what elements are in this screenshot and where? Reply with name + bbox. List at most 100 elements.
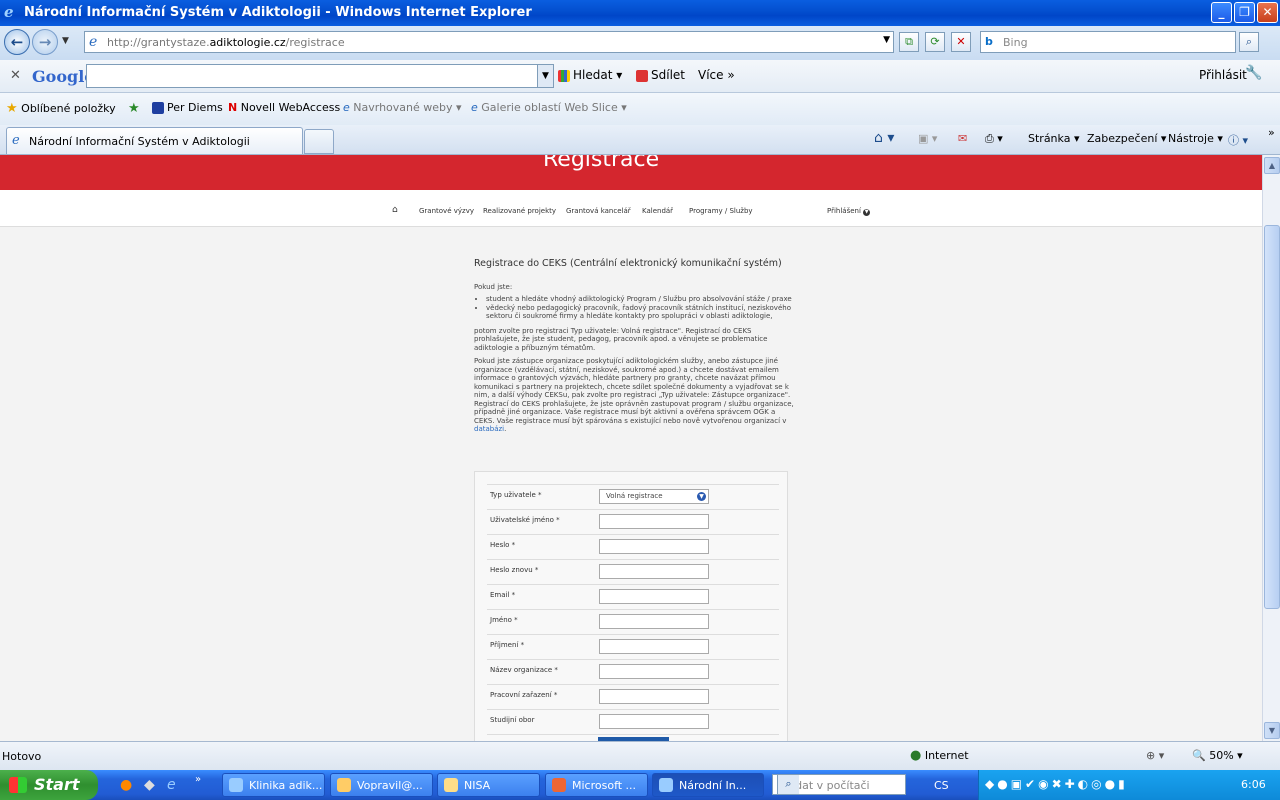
- form-row-email: Email *: [487, 584, 779, 609]
- position-input[interactable]: [599, 689, 709, 704]
- chevron-down-icon: ▼: [697, 492, 706, 501]
- user-type-select[interactable]: Volná registrace ▼: [599, 489, 709, 504]
- scroll-up-button[interactable]: ▲: [1264, 157, 1280, 174]
- add-favorite-icon[interactable]: ★: [128, 101, 140, 116]
- username-input[interactable]: [599, 514, 709, 529]
- google-login-button[interactable]: Přihlásit: [1199, 68, 1247, 82]
- google-search-input[interactable]: ▼: [86, 64, 554, 88]
- favorite-per-diems[interactable]: Per Diems: [152, 101, 223, 114]
- page-content: Registrace ⌂ Grantové výzvy Realizované …: [0, 155, 1262, 741]
- zoom-level[interactable]: 🔍 50% ▾: [1192, 749, 1243, 762]
- print-icon[interactable]: ⎙ ▾: [985, 132, 1003, 146]
- close-toolbar-icon[interactable]: ✕: [10, 68, 21, 83]
- password-input[interactable]: [599, 539, 709, 554]
- menu-item-office[interactable]: Grantová kancelář: [566, 207, 631, 215]
- first-name-label: Jméno *: [490, 616, 518, 624]
- tab-title: Národní Informační Systém v Adiktologii: [29, 135, 250, 148]
- search-box[interactable]: b Bing: [980, 31, 1236, 53]
- quicklaunch-more-icon[interactable]: »: [195, 774, 201, 785]
- ie-quicklaunch-icon[interactable]: e: [167, 777, 176, 793]
- scroll-down-button[interactable]: ▼: [1264, 722, 1280, 739]
- new-tab-button[interactable]: [304, 129, 334, 154]
- google-dropdown-icon[interactable]: ▼: [537, 65, 553, 87]
- taskbar-search-icon[interactable]: ⌕: [777, 775, 799, 794]
- favorite-novell[interactable]: N Novell WebAccess: [228, 101, 340, 114]
- novell-icon: N: [228, 101, 238, 114]
- tools-menu[interactable]: Nástroje ▾: [1168, 132, 1223, 145]
- compatibility-icon[interactable]: ⧉: [899, 32, 919, 52]
- intro-text: Pokud jste:: [474, 282, 513, 291]
- url-domain: adiktologie.cz: [209, 36, 286, 49]
- menu-item-grants[interactable]: Grantové výzvy: [419, 207, 474, 215]
- scroll-thumb[interactable]: [1264, 225, 1280, 609]
- tray-icons[interactable]: ◆●▣✔◉✖✚◐◎●▮: [985, 777, 1128, 791]
- system-tray: ◆●▣✔◉✖✚◐◎●▮ 6:06: [978, 770, 1280, 800]
- last-name-input[interactable]: [599, 639, 709, 654]
- home-menu-icon[interactable]: ⌂: [392, 205, 398, 215]
- taskbar-item-mail[interactable]: Vopravil@...: [330, 773, 433, 797]
- url-prefix: http://grantystaze.: [107, 36, 210, 49]
- favorite-suggested-sites[interactable]: e Navrhované weby ▾: [343, 101, 462, 114]
- login-menu[interactable]: Přihlášení ▼: [827, 207, 871, 216]
- rss-icon[interactable]: ▣ ▾: [918, 132, 937, 145]
- security-menu[interactable]: Zabezpečení ▾: [1087, 132, 1166, 145]
- tab-current[interactable]: e Národní Informační Systém v Adiktologi…: [6, 127, 303, 154]
- refresh-icon[interactable]: ⟳: [925, 32, 945, 52]
- taskbar-item-narodni[interactable]: Národní In...: [652, 773, 764, 797]
- home-icon[interactable]: ⌂ ▾: [874, 130, 894, 146]
- chevron-icon[interactable]: »: [1268, 126, 1275, 139]
- menu-item-calendar[interactable]: Kalendář: [642, 207, 673, 215]
- help-icon[interactable]: ⓘ ▾: [1228, 132, 1248, 148]
- google-more-button[interactable]: Více »: [698, 68, 735, 82]
- favorites-button[interactable]: ★ Oblíbené položky: [6, 101, 116, 116]
- windows-logo-icon: [9, 777, 27, 793]
- taskbar-item-microsoft[interactable]: Microsoft ...: [545, 773, 648, 797]
- registration-form: Typ uživatele * Volná registrace ▼ Uživat…: [474, 471, 788, 741]
- google-share-button[interactable]: Sdílet: [636, 68, 685, 82]
- favorite-web-slice[interactable]: e Galerie oblastí Web Slice ▾: [471, 101, 627, 114]
- taskbar-item-nisa[interactable]: NISA: [437, 773, 540, 797]
- protected-mode-icon[interactable]: ⊕ ▾: [1146, 749, 1164, 762]
- form-row-first-name: Jméno *: [487, 609, 779, 634]
- address-dropdown-icon[interactable]: ▼: [883, 35, 890, 45]
- wrench-icon[interactable]: 🔧: [1245, 65, 1262, 81]
- form-row-password-repeat: Heslo znovu *: [487, 559, 779, 584]
- minimize-button[interactable]: _: [1211, 2, 1232, 23]
- organization-input[interactable]: [599, 664, 709, 679]
- history-dropdown-icon[interactable]: ▼: [62, 36, 69, 46]
- user-type-label: Typ uživatele *: [490, 491, 542, 499]
- mail-icon[interactable]: ✉: [958, 132, 967, 145]
- address-bar[interactable]: e http://grantystaze.adiktologie.cz/regi…: [84, 31, 894, 53]
- page-menu[interactable]: Stránka ▾: [1028, 132, 1079, 145]
- stop-icon[interactable]: ✕: [951, 32, 971, 52]
- password-repeat-input[interactable]: [599, 564, 709, 579]
- organization-label: Název organizace *: [490, 666, 558, 674]
- window-title: Národní Informační Systém v Adiktologii …: [24, 5, 532, 20]
- email-input[interactable]: [599, 589, 709, 604]
- search-icon[interactable]: ⌕: [1239, 32, 1259, 52]
- page-icon: e: [89, 34, 98, 50]
- firefox-icon[interactable]: ●: [120, 777, 132, 793]
- first-name-input[interactable]: [599, 614, 709, 629]
- language-indicator[interactable]: CS: [934, 779, 949, 792]
- position-label: Pracovní zařazení *: [490, 691, 558, 699]
- taskbar-item-klinika[interactable]: Klinika adik...: [222, 773, 325, 797]
- chevron-down-icon: ▼: [863, 209, 871, 216]
- bullet-scientist: vědecký nebo pedagogický pracovník, řado…: [486, 304, 794, 321]
- field-of-study-input[interactable]: [599, 714, 709, 729]
- vertical-scrollbar[interactable]: ▲ ▼: [1262, 155, 1280, 741]
- form-row-organization: Název organizace *: [487, 659, 779, 684]
- close-button[interactable]: ✕: [1257, 2, 1278, 23]
- maximize-button[interactable]: ❐: [1234, 2, 1255, 23]
- start-button[interactable]: Start: [0, 770, 98, 800]
- back-button[interactable]: ←: [4, 29, 30, 55]
- google-search-button[interactable]: Hledat ▾: [558, 68, 622, 82]
- taskbar-search-input[interactable]: Hledat v počítači ⌕: [772, 774, 906, 795]
- menu-item-projects[interactable]: Realizované projekty: [483, 207, 556, 215]
- database-link[interactable]: databázi: [474, 425, 504, 433]
- quicklaunch-icon[interactable]: ◆: [144, 777, 155, 793]
- bing-icon: b: [985, 35, 993, 48]
- star-icon: ★: [6, 101, 18, 116]
- forward-button[interactable]: →: [32, 29, 58, 55]
- menu-item-programs[interactable]: Programy / Služby: [689, 207, 753, 215]
